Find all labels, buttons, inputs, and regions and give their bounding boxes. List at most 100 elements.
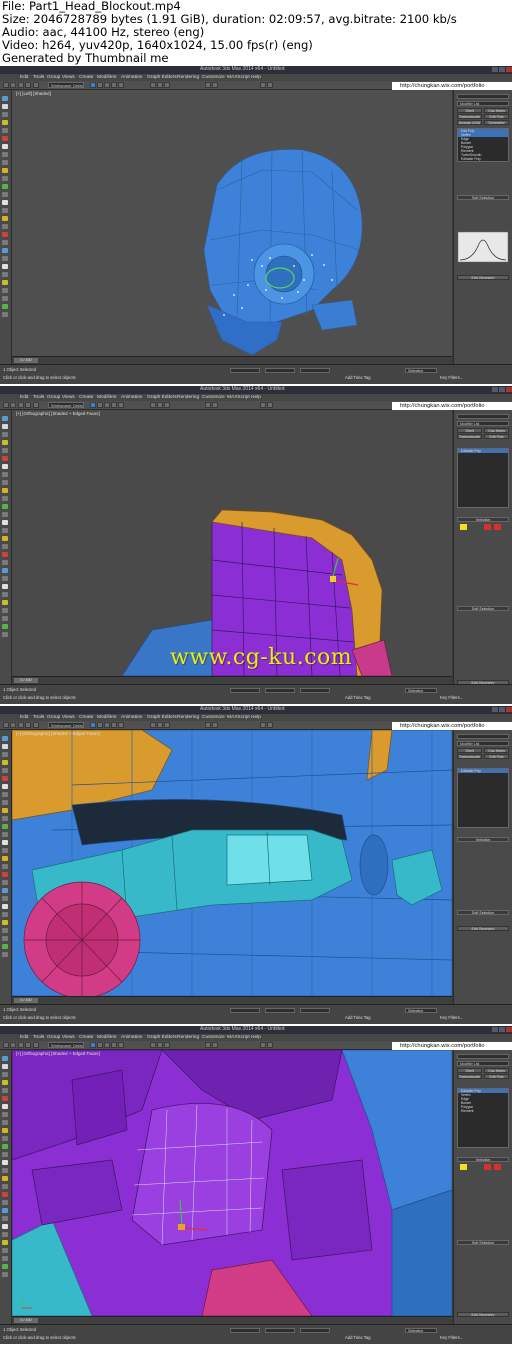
tool-icon[interactable] <box>2 1144 8 1149</box>
menu-graph-editors[interactable]: Graph Editors <box>147 1034 177 1041</box>
move-icon[interactable] <box>104 722 110 728</box>
tool-icon[interactable] <box>2 232 8 237</box>
tool-icon[interactable] <box>2 456 8 461</box>
menu-edit[interactable]: Edit <box>20 714 28 721</box>
stack-item[interactable]: Editable Poly <box>458 449 508 453</box>
percent-snap-icon[interactable] <box>164 82 170 88</box>
menu-maxscript[interactable]: MAXScript <box>227 394 250 401</box>
minimize-icon[interactable] <box>492 67 498 72</box>
menu-edit[interactable]: Edit <box>20 74 28 81</box>
selected-dropdown[interactable]: Selected <box>405 1008 437 1013</box>
percent-snap-icon[interactable] <box>164 722 170 728</box>
stack-item[interactable]: Editable Poly <box>458 769 508 773</box>
tool-icon[interactable] <box>2 936 8 941</box>
menu-graph-editors[interactable]: Graph Editors <box>147 394 177 401</box>
viewport-label[interactable]: [+] [Orthographic] [Shaded + Edged Faces… <box>16 411 100 416</box>
tool-icon[interactable] <box>2 224 8 229</box>
unlink-icon[interactable] <box>25 1042 31 1048</box>
tool-icon[interactable] <box>2 1096 8 1101</box>
tool-icon[interactable] <box>2 424 8 429</box>
tool-icon[interactable] <box>2 576 8 581</box>
render-setup-icon[interactable] <box>260 1042 266 1048</box>
rotate-icon[interactable] <box>111 82 117 88</box>
menu-rendering[interactable]: Rendering <box>177 714 199 721</box>
tool-icon[interactable] <box>2 264 8 269</box>
redo-icon[interactable] <box>10 82 16 88</box>
edit-poly-button[interactable]: Edit Poly <box>484 1074 509 1079</box>
tool-icon[interactable] <box>2 1216 8 1221</box>
tool-icon[interactable] <box>2 824 8 829</box>
align-icon[interactable] <box>212 82 218 88</box>
tool-icon[interactable] <box>2 272 8 277</box>
tool-icon[interactable] <box>2 856 8 861</box>
edge-mode-icon[interactable] <box>484 1164 491 1170</box>
tool-icon[interactable] <box>2 304 8 309</box>
tool-icon[interactable] <box>2 504 8 509</box>
mirror-icon[interactable] <box>205 1042 211 1048</box>
menu-tools[interactable]: Tools <box>33 394 44 401</box>
object-name-field[interactable] <box>457 414 509 419</box>
menu-views[interactable]: Views <box>62 394 75 401</box>
unlink-icon[interactable] <box>25 402 31 408</box>
render-icon[interactable] <box>267 82 273 88</box>
render-setup-icon[interactable] <box>260 402 266 408</box>
percent-snap-icon[interactable] <box>164 1042 170 1048</box>
snap-icon[interactable] <box>150 82 156 88</box>
tool-icon[interactable] <box>2 1120 8 1125</box>
scale-icon[interactable] <box>118 722 124 728</box>
tool-icon[interactable] <box>2 1176 8 1181</box>
menu-views[interactable]: Views <box>62 74 75 81</box>
tool-icon[interactable] <box>2 920 8 925</box>
tool-icon[interactable] <box>2 544 8 549</box>
link-icon[interactable] <box>18 722 24 728</box>
menu-help[interactable]: Help <box>251 714 261 721</box>
menu-edit[interactable]: Edit <box>20 394 28 401</box>
tool-icon[interactable] <box>2 1104 8 1109</box>
tool-icon[interactable] <box>2 568 8 573</box>
menu-group[interactable]: Group <box>47 74 60 81</box>
select-by-name-icon[interactable] <box>97 82 103 88</box>
polygon-mode-icon[interactable] <box>494 524 501 530</box>
tool-icon[interactable] <box>2 536 8 541</box>
viewport-label[interactable]: [+] [Left] [Shaded] <box>16 91 51 96</box>
edit-geometry-rollout[interactable]: Edit Geometry <box>457 275 509 280</box>
select-object-icon[interactable] <box>90 402 96 408</box>
menu-tools[interactable]: Tools <box>33 1034 44 1041</box>
minimize-icon[interactable] <box>492 387 498 392</box>
tool-icon[interactable] <box>2 584 8 589</box>
menu-animation[interactable]: Animation <box>121 1034 142 1041</box>
y-coordinate-field[interactable] <box>265 1008 295 1013</box>
key-filters-button[interactable]: Key Filters... <box>440 695 463 700</box>
rotate-icon[interactable] <box>111 722 117 728</box>
key-filters-button[interactable]: Key Filters... <box>440 1335 463 1340</box>
tool-icon[interactable] <box>2 760 8 765</box>
time-slider-thumb[interactable]: 0 / 100 <box>14 678 38 683</box>
tool-icon[interactable] <box>2 128 8 133</box>
tool-icon[interactable] <box>2 416 8 421</box>
menu-tools[interactable]: Tools <box>33 714 44 721</box>
tool-icon[interactable] <box>2 1160 8 1165</box>
move-icon[interactable] <box>104 1042 110 1048</box>
tool-icon[interactable] <box>2 776 8 781</box>
turbosmooth-button[interactable]: Turbosmooth <box>457 754 482 759</box>
tool-icon[interactable] <box>2 168 8 173</box>
tool-icon[interactable] <box>2 448 8 453</box>
tool-icon[interactable] <box>2 896 8 901</box>
stack-item[interactable]: Editable Poly <box>458 157 508 161</box>
tool-icon[interactable] <box>2 216 8 221</box>
tool-icon[interactable] <box>2 440 8 445</box>
workspace-dropdown[interactable]: Workspace: Default <box>48 402 84 408</box>
menu-rendering[interactable]: Rendering <box>177 394 199 401</box>
tool-icon[interactable] <box>2 432 8 437</box>
link-icon[interactable] <box>18 402 24 408</box>
menu-animation[interactable]: Animation <box>121 74 142 81</box>
menu-modifiers[interactable]: Modifiers <box>97 714 116 721</box>
menu-animation[interactable]: Animation <box>121 714 142 721</box>
tool-icon[interactable] <box>2 1184 8 1189</box>
select-by-name-icon[interactable] <box>97 722 103 728</box>
cap-holes-button[interactable]: Cap Holes <box>484 428 509 433</box>
close-icon[interactable] <box>506 67 512 72</box>
add-time-tag-button[interactable]: Add Time Tag <box>345 1335 371 1340</box>
angle-snap-icon[interactable] <box>157 1042 163 1048</box>
bind-icon[interactable] <box>33 402 39 408</box>
